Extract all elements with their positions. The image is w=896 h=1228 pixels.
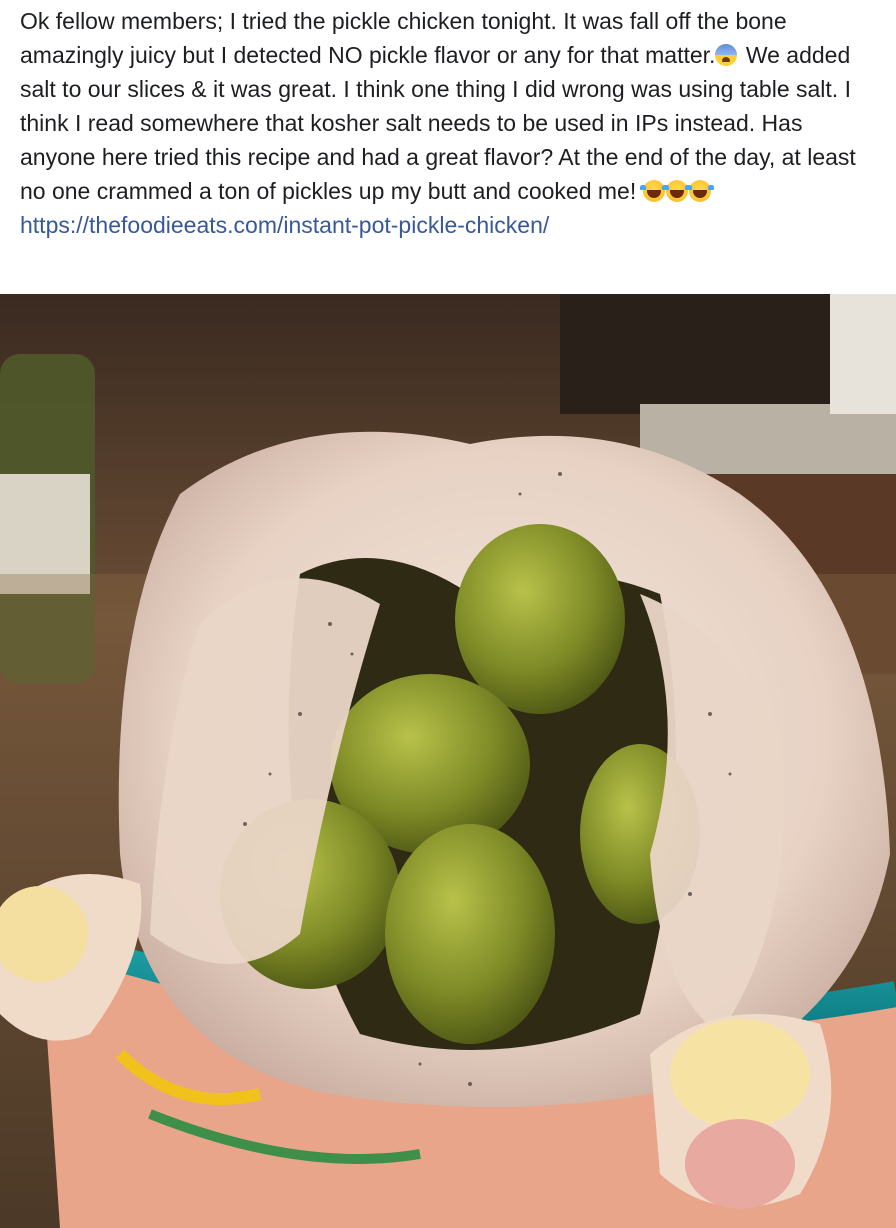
- recipe-link[interactable]: https://thefoodieeats.com/instant-pot-pi…: [20, 212, 549, 238]
- fearful-face-emoji-icon: [715, 44, 738, 66]
- post-message: Ok fellow members; I tried the pickle ch…: [20, 4, 880, 208]
- tears-of-joy-emoji-icon: [639, 180, 668, 202]
- post: Ok fellow members; I tried the pickle ch…: [0, 0, 896, 1228]
- post-body: Ok fellow members; I tried the pickle ch…: [20, 4, 880, 242]
- tears-of-joy-emoji-icon: [662, 180, 691, 202]
- post-photo[interactable]: [0, 294, 896, 1228]
- post-text-part-1: Ok fellow members; I tried the pickle ch…: [20, 8, 787, 68]
- tears-of-joy-emoji-icon: [685, 180, 714, 202]
